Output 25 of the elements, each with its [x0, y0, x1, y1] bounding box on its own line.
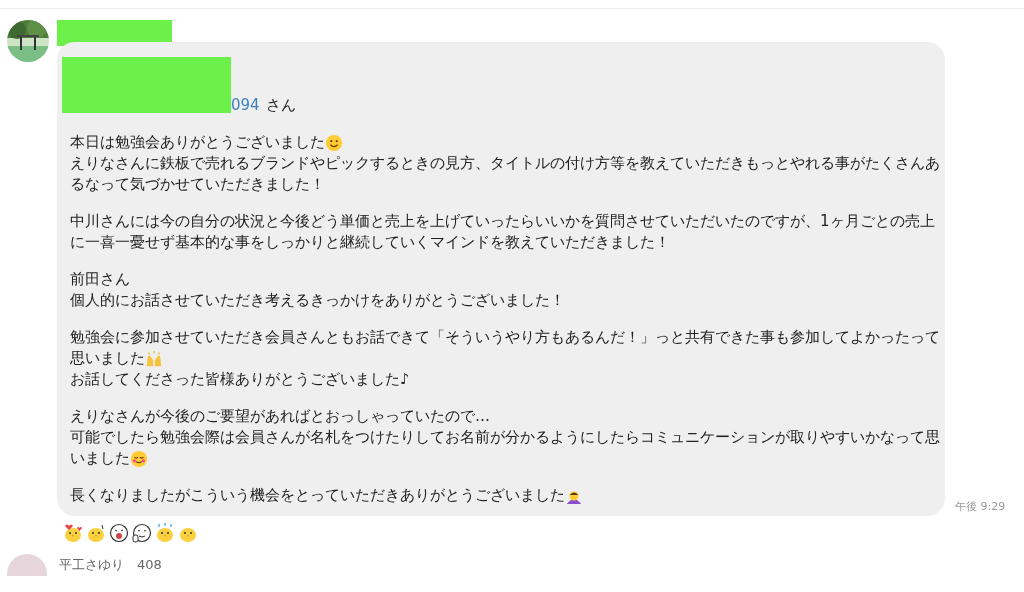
- message-text: 可能でしたら勉強会際は会員さんが名札をつけたりしてお名前が分かるようにしたらコミュニケーションが取りやすいかなって思: [70, 427, 940, 448]
- mention-link[interactable]: 094: [231, 95, 260, 116]
- message-text: いました: [70, 448, 130, 469]
- message-text: 中川さんには今の自分の状況と今後どう単価と売上を上げていったらいいかを質問させていただいたのですが、1ヶ月ごとの売上: [70, 211, 935, 232]
- message-text: お話してくださった皆様ありがとうございました♪: [70, 369, 410, 390]
- smiling-face-icon: [325, 133, 343, 152]
- sender-name: 平工さゆり 408: [59, 556, 162, 574]
- message-text: に一喜一憂せず基本的な事をしっかりと継続していくマインドを教えていただきました！: [70, 232, 670, 253]
- message-text: 長くなりましたがこういう機会をとっていただきありがとうございました: [70, 485, 565, 506]
- message-text: 個人的にお話させていただき考えるきっかけをありがとうございました！: [70, 290, 565, 311]
- message-text: えりなさんが今後のご要望があればとおっしゃっていたので…: [70, 406, 490, 427]
- honorific-text: さん: [265, 95, 296, 116]
- message-text: 勉強会に参加させていただき会員さんともお話できて「そういうやり方もあるんだ！」っと共有できた事も参加してよかったって: [70, 327, 940, 348]
- message-text: 本日は勉強会ありがとうございました: [70, 132, 325, 153]
- chick-with-hearts-icon[interactable]: [62, 522, 84, 544]
- blushing-face-icon: [130, 449, 148, 468]
- timestamp: 午後 9:29: [955, 499, 1006, 514]
- message-text: 前田さん: [70, 269, 130, 290]
- waving-chick-icon[interactable]: [85, 522, 107, 544]
- message-text: るなって気づかせていただきました！: [70, 174, 325, 195]
- message-text: 思いました: [70, 348, 145, 369]
- thumbs-up-face-icon[interactable]: [131, 522, 153, 544]
- laughing-face-icon[interactable]: [108, 522, 130, 544]
- message-text: えりなさんに鉄板で売れるブランドやピックするときの見方、タイトルの付け方等を教えていただきもっとやれる事がたくさんあ: [70, 153, 940, 174]
- raised-hands-icon: [145, 349, 163, 368]
